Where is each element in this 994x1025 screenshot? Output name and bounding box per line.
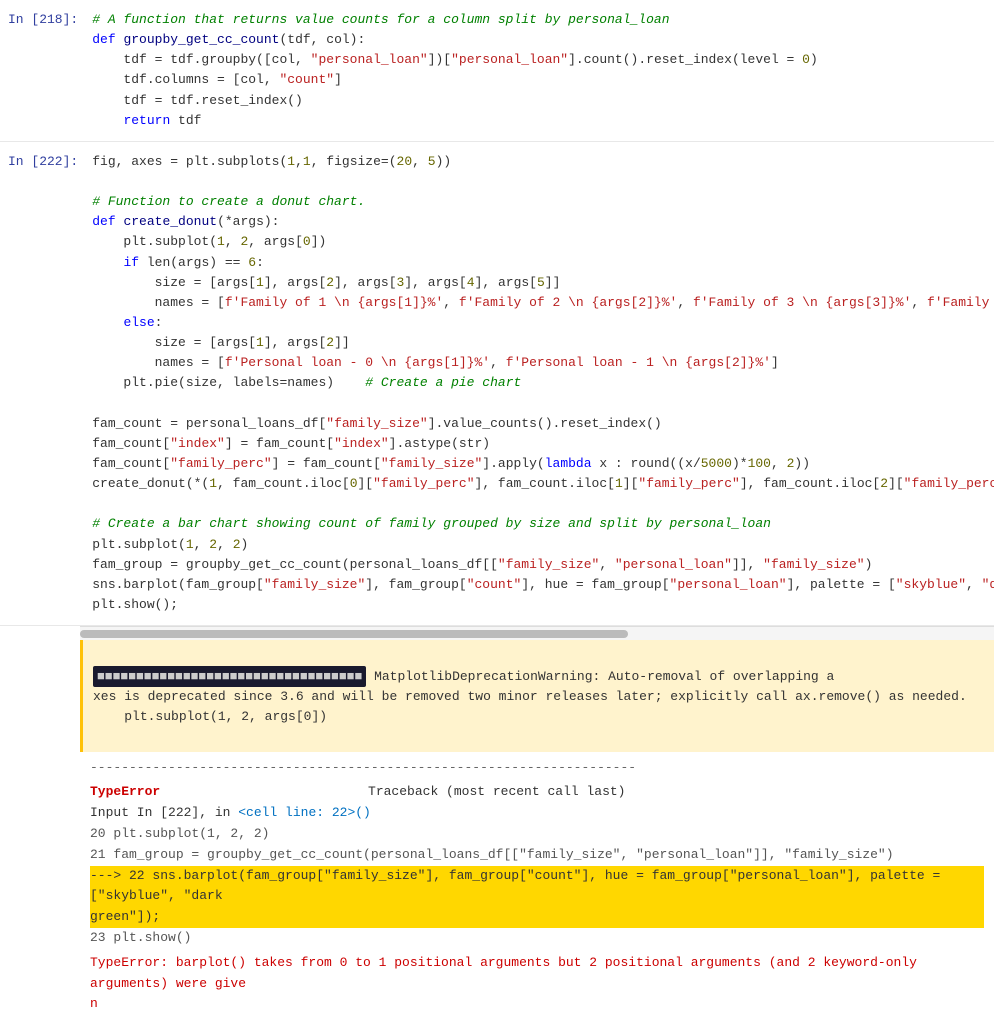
comment-barchart: # Create a bar chart showing count of fa…	[92, 516, 771, 531]
traceback-line21: 21 fam_group = groupby_get_cc_count(pers…	[90, 845, 984, 866]
cell-222: In [222]: fig, axes = plt.subplots(1,1, …	[0, 142, 994, 626]
error-traceback-label: Traceback (most recent call last)	[368, 784, 625, 799]
warning-box: ■■■■■■■■■■■■■■■■■■■■■■■■■■■■■■■■■■ Matpl…	[80, 640, 994, 752]
code-if-len: if len(args) == 6:	[92, 255, 264, 270]
code-line-3: tdf.columns = [col, "count"]	[92, 72, 342, 87]
code-subplot: plt.subplot(1, 2, args[0])	[92, 234, 326, 249]
traceback-input-text: Input In [222], in	[90, 805, 238, 820]
code-line-1: def groupby_get_cc_count(tdf, col):	[92, 32, 365, 47]
cell-218-code: # A function that returns value counts f…	[92, 10, 984, 131]
error-header-line: TypeError Traceback (most recent call la…	[90, 782, 984, 803]
cell-218-label: In [218]:	[0, 0, 86, 141]
scrollbar-area[interactable]	[80, 626, 994, 640]
error-message: TypeError: barplot() takes from 0 to 1 p…	[90, 953, 984, 1015]
code-else: else:	[92, 315, 162, 330]
cell-222-content: fig, axes = plt.subplots(1,1, figsize=(2…	[86, 142, 994, 625]
warning-text-2: xes is deprecated since 3.6 and will be …	[93, 689, 967, 704]
warning-output-row: ■■■■■■■■■■■■■■■■■■■■■■■■■■■■■■■■■■ Matpl…	[0, 640, 994, 752]
code-sns-barplot: sns.barplot(fam_group["family_size"], fa…	[92, 577, 994, 592]
comment-donut: # Function to create a donut chart.	[92, 194, 365, 209]
code-names2: names = [f'Personal loan - 0 \n {args[1]…	[92, 355, 779, 370]
traceback-line23: 23 plt.show()	[90, 928, 984, 949]
warning-output-content: ■■■■■■■■■■■■■■■■■■■■■■■■■■■■■■■■■■ Matpl…	[80, 640, 994, 752]
error-output-content: ----------------------------------------…	[80, 752, 994, 1025]
code-names1: names = [f'Family of 1 \n {args[1]}%', f…	[92, 295, 994, 310]
code-fam-count1: fam_count = personal_loans_df["family_si…	[92, 416, 662, 431]
code-fam-group: fam_group = groupby_get_cc_count(persona…	[92, 557, 872, 572]
code-line-2: tdf = tdf.groupby([col, "personal_loan"]…	[92, 52, 818, 67]
error-label-spacer	[0, 752, 80, 1025]
code-plt-subplot2: plt.subplot(1, 2, 2)	[92, 537, 248, 552]
error-output-row: ----------------------------------------…	[0, 752, 994, 1025]
traceback-input-line: Input In [222], in <cell line: 22>()	[90, 803, 984, 824]
code-pie: plt.pie(size, labels=names) # Create a p…	[92, 375, 521, 390]
cell-222-code: fig, axes = plt.subplots(1,1, figsize=(2…	[92, 152, 984, 615]
cell-222-label: In [222]:	[0, 142, 86, 625]
traceback-line20: 20 plt.subplot(1, 2, 2)	[90, 824, 984, 845]
code-line-5: return tdf	[92, 113, 201, 128]
traceback-line22: ---> 22 sns.barplot(fam_group["family_si…	[90, 866, 984, 928]
highlighted-code-line: ---> 22 sns.barplot(fam_group["family_si…	[90, 866, 984, 928]
comment-1: # A function that returns value counts f…	[92, 12, 669, 27]
code-size2: size = [args[1], args[2]]	[92, 335, 349, 350]
code-size1: size = [args[1], args[2], args[3], args[…	[92, 275, 560, 290]
warning-label-spacer	[0, 640, 80, 752]
error-type: TypeError	[90, 784, 160, 799]
code-def-donut: def create_donut(*args):	[92, 214, 279, 229]
horizontal-scrollbar[interactable]	[80, 630, 628, 638]
code-line-fig: fig, axes = plt.subplots(1,1, figsize=(2…	[92, 154, 451, 169]
scrollbar-row	[0, 626, 994, 640]
warning-text-1: MatplotlibDeprecationWarning: Auto-remov…	[374, 669, 834, 684]
code-plt-show: plt.show();	[92, 597, 178, 612]
warning-subplot-call: plt.subplot(1, 2, args[0])	[93, 709, 327, 724]
output-image-placeholder: ■■■■■■■■■■■■■■■■■■■■■■■■■■■■■■■■■■	[93, 666, 366, 688]
code-fam-count3: fam_count["family_perc"] = fam_count["fa…	[92, 456, 810, 471]
cell-218-content: # A function that returns value counts f…	[86, 0, 994, 141]
code-fam-count2: fam_count["index"] = fam_count["index"].…	[92, 436, 490, 451]
scrollbar-label-spacer	[0, 626, 80, 640]
cell-218: In [218]: # A function that returns valu…	[0, 0, 994, 142]
code-line-4: tdf = tdf.reset_index()	[92, 93, 303, 108]
error-section: ----------------------------------------…	[80, 752, 994, 1025]
code-create-donut: create_donut(*(1, fam_count.iloc[0]["fam…	[92, 476, 994, 491]
traceback-link[interactable]: <cell line: 22>()	[238, 805, 371, 820]
divider-line: ----------------------------------------…	[90, 754, 984, 783]
